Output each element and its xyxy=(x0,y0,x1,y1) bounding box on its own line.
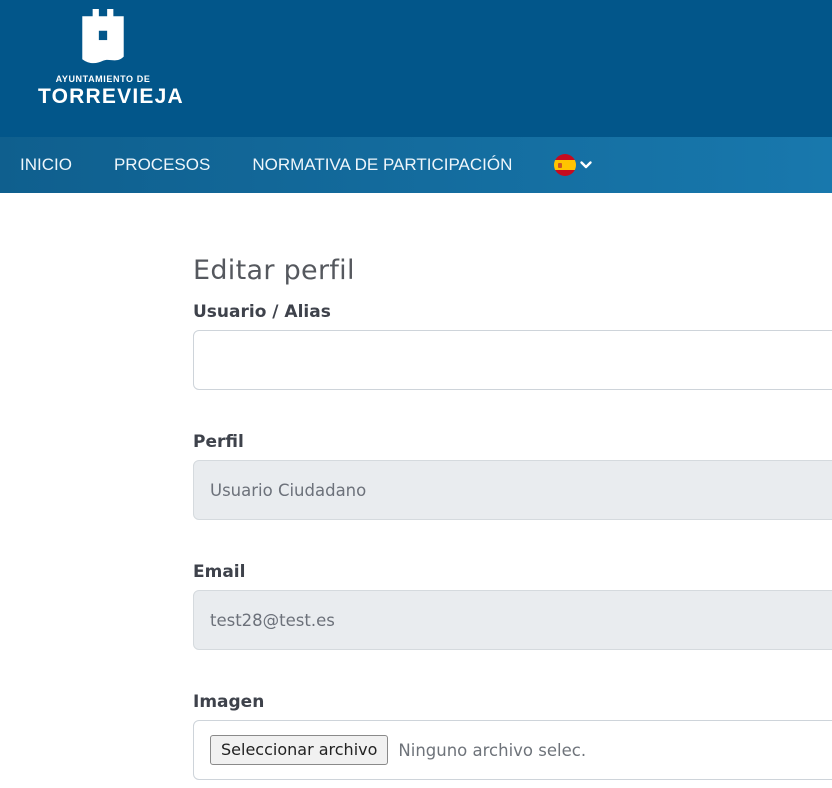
email-input xyxy=(193,590,832,650)
nav-item-inicio[interactable]: INICIO xyxy=(20,155,72,175)
form-group-usuario-alias: Usuario / Alias xyxy=(193,302,832,390)
torrevieja-logo[interactable]: AYUNTAMIENTO DE TORREVIEJA xyxy=(38,9,168,109)
page-title: Editar perfil xyxy=(193,255,832,286)
form-group-email: Email xyxy=(193,562,832,650)
logo-org-text: AYUNTAMIENTO DE xyxy=(38,74,168,84)
usuario-alias-label: Usuario / Alias xyxy=(193,302,832,322)
select-file-button[interactable]: Seleccionar archivo xyxy=(210,735,388,765)
email-label: Email xyxy=(193,562,832,582)
nav-item-procesos[interactable]: PROCESOS xyxy=(114,155,210,175)
usuario-alias-input[interactable] xyxy=(193,330,832,390)
nav-item-normativa-de-participacion[interactable]: NORMATIVA DE PARTICIPACIÓN xyxy=(252,155,512,175)
chevron-down-icon xyxy=(579,160,593,170)
content-area: Editar perfil Usuario / Alias Perfil Ema… xyxy=(0,193,832,780)
file-status-text: Ninguno archivo selec. xyxy=(398,741,586,760)
site-header: AYUNTAMIENTO DE TORREVIEJA xyxy=(0,0,832,137)
imagen-label: Imagen xyxy=(193,692,832,712)
form-group-perfil: Perfil xyxy=(193,432,832,520)
language-selector[interactable] xyxy=(554,154,593,176)
perfil-input xyxy=(193,460,832,520)
spain-flag-icon xyxy=(554,154,576,176)
main-nav: INICIO PROCESOS NORMATIVA DE PARTICIPACI… xyxy=(0,137,832,193)
edit-profile-form: Usuario / Alias Perfil Email Imagen Sele… xyxy=(193,302,832,780)
logo-city-text: TORREVIEJA xyxy=(38,85,168,109)
perfil-label: Perfil xyxy=(193,432,832,452)
imagen-file-input[interactable]: Seleccionar archivo Ninguno archivo sele… xyxy=(193,720,832,780)
form-group-imagen: Imagen Seleccionar archivo Ninguno archi… xyxy=(193,692,832,780)
castle-logo-icon xyxy=(79,9,127,67)
